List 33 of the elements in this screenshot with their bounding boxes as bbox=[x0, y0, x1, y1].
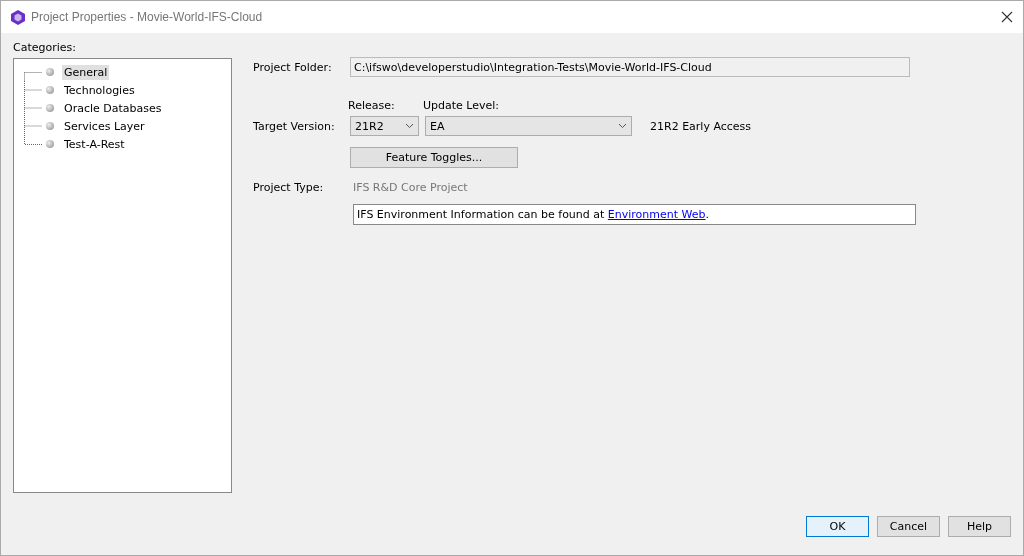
node-icon bbox=[46, 86, 54, 94]
dialog-button[interactable]: OK bbox=[806, 516, 869, 537]
node-icon bbox=[46, 122, 54, 130]
field-label: Project Folder: bbox=[253, 60, 333, 74]
caret-icon bbox=[405, 123, 414, 129]
field-label: Release: bbox=[348, 99, 396, 112]
categories-label: Categories: bbox=[13, 41, 76, 54]
field-label: Target Version: bbox=[253, 119, 336, 133]
feature-toggles-button[interactable]: Feature Toggles... bbox=[350, 147, 518, 168]
field-label: Project Type: bbox=[253, 181, 325, 194]
node-icon bbox=[46, 140, 54, 148]
field-label: Update Level: bbox=[423, 99, 500, 112]
info-text: IFS Environment Information can be found at Environment Web. bbox=[357, 208, 710, 221]
tree-item[interactable]: Technologies bbox=[62, 82, 137, 98]
node-icon bbox=[46, 68, 54, 76]
caret-icon bbox=[618, 123, 627, 129]
node-icon bbox=[46, 104, 54, 112]
tree-item[interactable]: Test-A-Rest bbox=[62, 136, 127, 152]
tree-item[interactable]: Oracle Databases bbox=[62, 100, 164, 116]
update-level-dropdown[interactable]: EA bbox=[425, 116, 632, 136]
tree-connector bbox=[24, 99, 42, 117]
release-dropdown[interactable]: 21R2 bbox=[350, 116, 419, 136]
project-folder-field[interactable]: C:\ifswo\developerstudio\Integration-Tests\Movie-World-IFS-Cloud bbox=[350, 57, 910, 77]
close-icon[interactable] bbox=[1001, 11, 1013, 23]
cube-icon bbox=[11, 9, 25, 25]
dialog-button[interactable]: Cancel bbox=[877, 516, 940, 537]
dialog-button[interactable]: Help bbox=[948, 516, 1011, 537]
tree-item[interactable]: General bbox=[62, 64, 110, 80]
environment-web-link[interactable]: Environment Web bbox=[607, 208, 706, 221]
tree-item[interactable]: Services Layer bbox=[62, 118, 147, 134]
window-title: Project Properties - Movie-World-IFS-Cloud bbox=[31, 10, 263, 24]
project-type-value: IFS R&D Core Project bbox=[353, 181, 468, 194]
version-description: 21R2 Early Access bbox=[650, 119, 752, 133]
